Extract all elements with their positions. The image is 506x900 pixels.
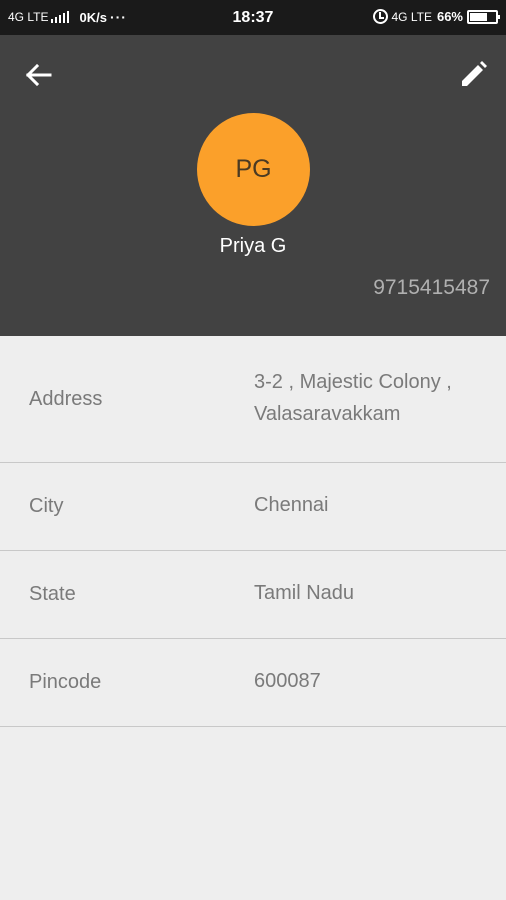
contact-phone: 9715415487 bbox=[373, 276, 490, 299]
network-type-right: 4G LTE bbox=[391, 9, 432, 24]
detail-label: Address bbox=[29, 388, 103, 410]
back-button[interactable] bbox=[14, 57, 62, 93]
detail-label: State bbox=[29, 583, 76, 605]
detail-row-pincode: Pincode 600087 bbox=[0, 639, 506, 727]
pencil-icon bbox=[462, 61, 487, 86]
detail-label: Pincode bbox=[29, 671, 102, 693]
avatar-initials: PG bbox=[235, 155, 272, 183]
status-bar: 4G LTE 0K/s ··· 18:37 4G LTE 66% bbox=[0, 0, 506, 35]
profile-header: PG Priya G 9715415487 bbox=[0, 35, 506, 336]
detail-value: Tamil Nadu bbox=[254, 582, 355, 604]
detail-value: 3-2 , Majestic Colony , Valasaravakkam bbox=[254, 371, 452, 425]
detail-label: City bbox=[29, 495, 64, 517]
detail-row-state: State Tamil Nadu bbox=[0, 551, 506, 639]
avatar: PG bbox=[197, 113, 310, 226]
detail-value: 600087 bbox=[254, 670, 321, 692]
status-right: 4G LTE 66% bbox=[372, 9, 500, 24]
battery-fill bbox=[470, 12, 487, 21]
battery-percent: 66% bbox=[436, 9, 463, 24]
battery-icon bbox=[467, 9, 500, 24]
arrow-back-icon bbox=[25, 63, 52, 87]
detail-value: Chennai bbox=[254, 494, 329, 516]
detail-row-city: City Chennai bbox=[0, 463, 506, 551]
detail-row-address: Address 3-2 , Majestic Colony , Valasara… bbox=[0, 336, 506, 463]
alarm-icon bbox=[372, 9, 388, 24]
edit-button[interactable] bbox=[452, 55, 496, 95]
details-list: Address 3-2 , Majestic Colony , Valasara… bbox=[0, 336, 506, 727]
contact-name: Priya G bbox=[219, 235, 287, 257]
